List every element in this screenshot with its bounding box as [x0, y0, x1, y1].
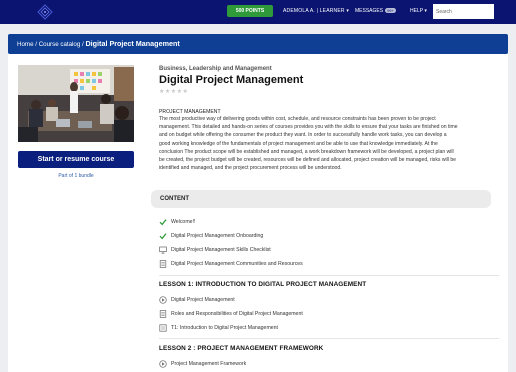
check-icon — [159, 219, 167, 226]
document-icon — [159, 260, 167, 268]
monitor-icon — [159, 246, 167, 254]
lesson-2-title: LESSON 2 : PROJECT MANAGEMENT FRAMEWORK — [159, 345, 324, 352]
unit-item-communities[interactable]: Digital Project Management Communities a… — [159, 259, 303, 269]
search-input[interactable] — [433, 4, 494, 19]
breadcrumb-home-link[interactable]: Home — [17, 41, 34, 48]
user-label: ADEMOLA A. | LEARNER — [283, 8, 345, 14]
unit-item-label: Project Management Framework — [171, 361, 247, 367]
breadcrumb-catalog-link[interactable]: Course catalog — [39, 41, 81, 48]
unit-item-label: T1: Introduction to Digital Project Mana… — [171, 325, 278, 331]
unit-item-label: Digital Project Management Communities a… — [171, 261, 303, 267]
unit-item-skills-checklist[interactable]: Digital Project Management Skills Checkl… — [159, 245, 271, 255]
unit-item-dpm-video[interactable]: Digital Project Management — [159, 295, 235, 305]
play-icon — [159, 360, 167, 368]
help-label: HELP — [410, 8, 423, 14]
course-title: Digital Project Management — [159, 74, 304, 86]
unit-item-pm-framework[interactable]: Project Management Framework — [159, 359, 246, 369]
unit-item-label: Roles and Responsibilities of Digital Pr… — [171, 311, 303, 317]
rating-stars[interactable]: ★★★★★ — [159, 88, 188, 95]
content-section-header: CONTENT — [151, 190, 491, 208]
unit-item-roles[interactable]: Roles and Responsibilities of Digital Pr… — [159, 309, 303, 319]
breadcrumb-current: Digital Project Management — [85, 39, 180, 48]
unit-item-label: Welcome!! — [171, 219, 196, 225]
unit-item-test-1[interactable]: T1: Introduction to Digital Project Mana… — [159, 323, 278, 333]
unit-item-label: Digital Project Management Onboarding — [171, 233, 264, 239]
messages-menu[interactable]: MESSAGES 99+ — [355, 8, 396, 14]
unit-item-label: Digital Project Management — [171, 297, 235, 303]
top-navbar: 500 POINTS ADEMOLA A. | LEARNER ▾ MESSAG… — [0, 0, 516, 24]
messages-label: MESSAGES — [355, 8, 384, 14]
unit-item-label: Digital Project Management Skills Checkl… — [171, 247, 271, 253]
test-icon — [159, 324, 167, 332]
section-divider — [159, 275, 499, 276]
chevron-down-icon: ▾ — [346, 8, 350, 14]
course-category: Business, Leadership and Management — [159, 66, 272, 72]
user-menu[interactable]: ADEMOLA A. | LEARNER ▾ — [283, 8, 349, 14]
unit-item-onboarding[interactable]: Digital Project Management Onboarding — [159, 231, 263, 241]
check-icon — [159, 233, 167, 240]
play-icon — [159, 296, 167, 304]
points-badge[interactable]: 500 POINTS — [227, 5, 273, 17]
section-divider — [159, 338, 499, 339]
lesson-1-title: LESSON 1: INTRODUCTION TO DIGITAL PROJEC… — [159, 281, 367, 288]
course-image — [18, 65, 134, 142]
unit-item-welcome[interactable]: Welcome!! — [159, 217, 195, 227]
breadcrumb: Home / Course catalog / Digital Project … — [8, 34, 508, 54]
logo-icon[interactable] — [37, 4, 53, 20]
course-photo — [18, 65, 134, 142]
messages-count-badge: 99+ — [385, 8, 396, 13]
document-icon — [159, 310, 167, 318]
help-menu[interactable]: HELP ▾ — [410, 8, 427, 14]
bundle-link[interactable]: Part of 1 bundle — [18, 173, 134, 179]
course-content-panel: Start or resume course Part of 1 bundle … — [8, 54, 508, 372]
chevron-down-icon: ▾ — [424, 8, 427, 14]
start-resume-course-button[interactable]: Start or resume course — [18, 151, 134, 168]
course-description: The most productive way of delivering go… — [159, 116, 458, 172]
